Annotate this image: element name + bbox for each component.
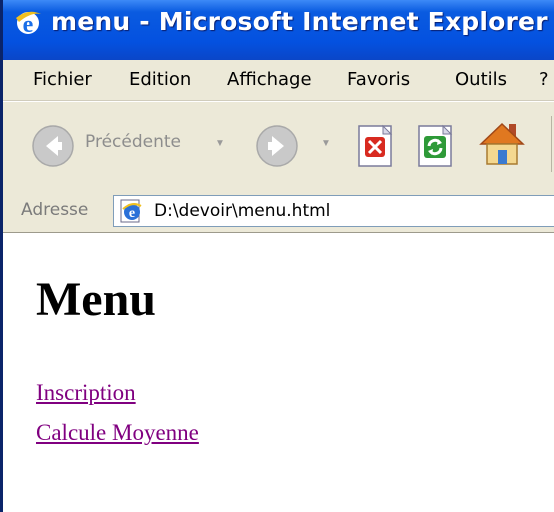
menu-favoris[interactable]: Favoris <box>347 68 410 92</box>
address-bar: Adresse e D:\devoir\menu.html <box>3 190 554 233</box>
stop-button[interactable] <box>355 124 397 173</box>
address-input[interactable]: e D:\devoir\menu.html <box>113 195 554 227</box>
toolbar-separator <box>551 116 552 172</box>
home-icon <box>477 122 527 172</box>
link-calcule-moyenne[interactable]: Calcule Moyenne <box>36 419 199 447</box>
address-value: D:\devoir\menu.html <box>154 201 331 221</box>
menu-edition[interactable]: Edition <box>129 68 191 92</box>
forward-arrow-icon <box>255 125 299 172</box>
title-bar[interactable]: e menu - Microsoft Internet Explorer <box>3 0 554 60</box>
menu-outils[interactable]: Outils <box>455 68 507 92</box>
back-label[interactable]: Précédente <box>85 132 181 152</box>
forward-dropdown-icon[interactable]: ▼ <box>321 138 331 149</box>
menu-bar: Fichier Edition Affichage Favoris Outils… <box>3 60 554 101</box>
menu-fichier[interactable]: Fichier <box>33 68 92 92</box>
menu-help[interactable]: ? <box>539 68 549 92</box>
address-label: Adresse <box>21 200 89 220</box>
page-content: Menu Inscription Calcule Moyenne <box>3 233 554 512</box>
back-dropdown-icon[interactable]: ▼ <box>215 138 225 149</box>
page-heading: Menu <box>36 273 156 326</box>
refresh-icon <box>415 124 457 172</box>
back-arrow-icon <box>31 125 75 172</box>
browser-window: e menu - Microsoft Internet Explorer Fic… <box>0 0 554 512</box>
refresh-button[interactable] <box>415 124 457 173</box>
ie-logo-icon: e <box>13 6 43 38</box>
toolbar: Précédente ▼ ▼ <box>3 101 554 191</box>
forward-button[interactable] <box>255 124 299 173</box>
home-button[interactable] <box>477 118 527 173</box>
back-button[interactable] <box>31 124 75 173</box>
menu-affichage[interactable]: Affichage <box>227 68 312 92</box>
link-inscription[interactable]: Inscription <box>36 379 136 407</box>
window-title: menu - Microsoft Internet Explorer <box>51 7 548 36</box>
page-icon: e <box>118 198 144 224</box>
svg-text:e: e <box>129 206 135 221</box>
stop-icon <box>355 124 397 172</box>
